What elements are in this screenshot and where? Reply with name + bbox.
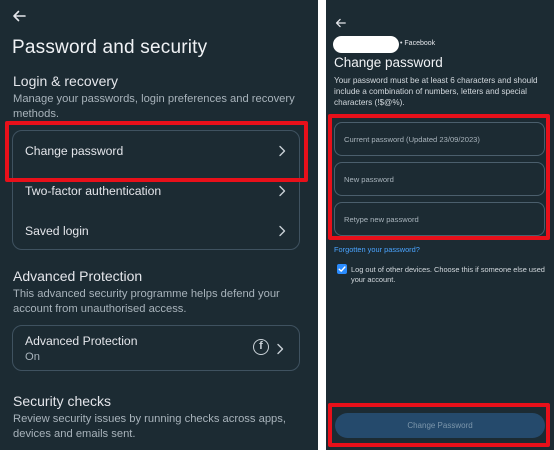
section-heading-security-checks: Security checks <box>13 393 112 409</box>
change-password-screen: • Facebook Change password Your password… <box>326 0 554 450</box>
logout-devices-checkbox[interactable] <box>337 264 347 274</box>
back-arrow-icon[interactable] <box>12 10 26 22</box>
current-password-field[interactable]: Current password (Updated 23/09/2023) <box>334 122 545 156</box>
forgot-password-link[interactable]: Forgotten your password? <box>334 245 420 254</box>
section-heading-advanced-protection: Advanced Protection <box>13 268 143 284</box>
chevron-right-icon <box>277 343 284 355</box>
login-recovery-card: Change password Two-factor authenticatio… <box>12 130 300 250</box>
logout-devices-label: Log out of other devices. Choose this if… <box>351 265 545 284</box>
change-password-item[interactable]: Change password <box>13 131 301 171</box>
facebook-icon: f <box>253 339 269 355</box>
advanced-protection-label: Advanced Protection <box>25 334 138 348</box>
section-description-login-recovery: Manage your passwords, login preferences… <box>13 93 295 120</box>
chevron-right-icon <box>279 145 286 157</box>
advanced-protection-item[interactable]: Advanced Protection On f <box>12 325 300 371</box>
section-description-advanced-protection: This advanced security programme helps d… <box>13 288 280 315</box>
advanced-protection-status: On <box>25 351 40 363</box>
change-password-button[interactable]: Change Password <box>335 413 545 438</box>
section-heading-login-recovery: Login & recovery <box>13 73 119 89</box>
check-icon <box>338 266 346 272</box>
new-password-field[interactable]: New password <box>334 162 545 196</box>
retype-password-placeholder: Retype new password <box>344 215 419 224</box>
back-arrow-icon[interactable] <box>335 18 346 28</box>
account-platform-label: • Facebook <box>400 40 436 47</box>
two-factor-auth-item[interactable]: Two-factor authentication <box>13 171 301 211</box>
chevron-right-icon <box>279 185 286 197</box>
change-password-title: Change password <box>334 55 443 70</box>
page-title: Password and security <box>12 37 208 58</box>
chevron-right-icon <box>279 225 286 237</box>
password-requirements-text: Your password must be at least 6 charact… <box>334 76 538 107</box>
saved-login-item[interactable]: Saved login <box>13 211 301 251</box>
two-factor-auth-label: Two-factor authentication <box>25 184 162 198</box>
password-security-screen: Password and security Login & recovery M… <box>0 0 318 450</box>
retype-password-field[interactable]: Retype new password <box>334 202 545 236</box>
account-name-redacted <box>333 36 399 53</box>
saved-login-label: Saved login <box>25 224 89 238</box>
change-password-label: Change password <box>25 144 124 158</box>
section-description-security-checks: Review security issues by running checks… <box>13 413 286 440</box>
current-password-placeholder: Current password (Updated 23/09/2023) <box>344 135 480 144</box>
new-password-placeholder: New password <box>344 175 394 184</box>
